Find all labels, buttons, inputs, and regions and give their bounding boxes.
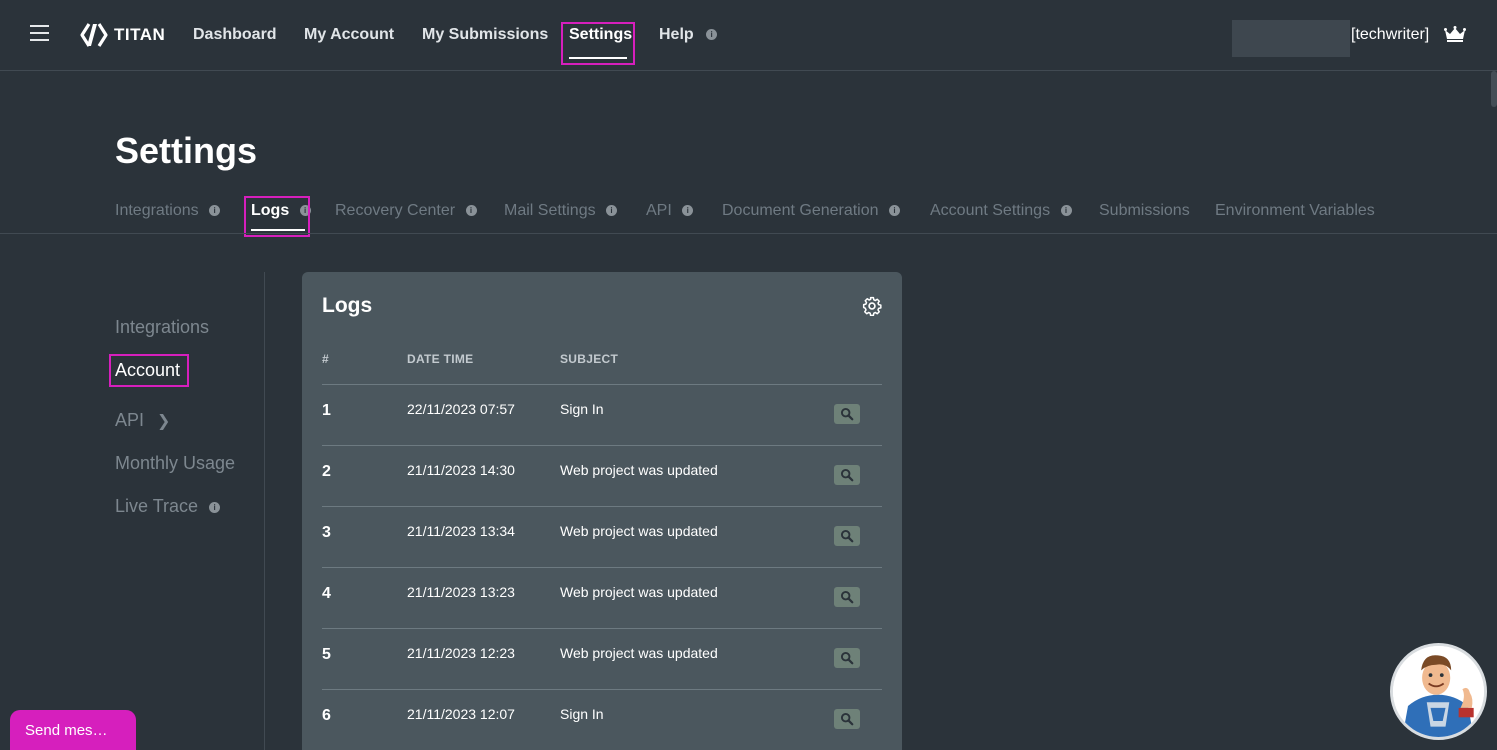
nav-my-submissions[interactable]: My Submissions (422, 26, 548, 44)
tab-mail-settings[interactable]: Mail Settings i (504, 202, 618, 220)
view-log-button[interactable] (834, 404, 860, 424)
view-log-button[interactable] (834, 709, 860, 729)
view-log-button[interactable] (834, 648, 860, 668)
table-row: 2 21/11/2023 14:30 Web project was updat… (302, 445, 902, 506)
row-subject: Sign In (560, 401, 604, 417)
column-header-number: # (322, 352, 329, 366)
tab-label: Document Generation (722, 202, 879, 219)
row-subject: Web project was updated (560, 523, 718, 539)
table-row: 4 21/11/2023 13:23 Web project was updat… (302, 567, 902, 628)
side-menu-divider (264, 272, 265, 750)
row-datetime: 21/11/2023 14:30 (407, 462, 515, 478)
row-datetime: 21/11/2023 13:23 (407, 584, 515, 600)
chevron-right-icon: ❯ (157, 413, 171, 430)
logs-card: Logs # DATE TIME SUBJECT 1 22/11/2023 07… (302, 272, 902, 750)
side-item-label: Live Trace (115, 496, 199, 516)
top-navbar: TITAN Dashboard My Account My Submission… (0, 0, 1497, 71)
assistant-mascot[interactable] (1390, 643, 1487, 740)
info-icon: i (465, 205, 477, 217)
tab-label: Account Settings (930, 202, 1051, 219)
side-item-api[interactable]: API ❯ (115, 410, 170, 431)
titan-logo[interactable]: TITAN (80, 22, 165, 48)
tab-label: Integrations (115, 202, 199, 219)
row-number: 3 (322, 524, 331, 541)
nav-dashboard[interactable]: Dashboard (193, 26, 277, 44)
logs-title: Logs (322, 294, 373, 317)
view-log-button[interactable] (834, 526, 860, 546)
tab-label: Mail Settings (504, 202, 596, 219)
side-item-live-trace[interactable]: Live Trace i (115, 496, 221, 517)
superhero-mascot-icon (1393, 646, 1484, 737)
tabs-divider (0, 233, 1497, 234)
table-row: 5 21/11/2023 12:23 Web project was updat… (302, 628, 902, 689)
nav-help-label: Help (659, 26, 694, 43)
nav-help[interactable]: Help i (659, 26, 718, 44)
magnifier-icon (840, 407, 854, 421)
column-header-datetime: DATE TIME (407, 352, 474, 366)
tab-account-settings[interactable]: Account Settings i (930, 202, 1072, 220)
page-title: Settings (115, 130, 258, 171)
side-item-integrations[interactable]: Integrations (115, 317, 209, 338)
row-datetime: 21/11/2023 12:07 (407, 706, 515, 722)
row-datetime: 21/11/2023 13:34 (407, 523, 515, 539)
tab-label: API (646, 202, 672, 219)
table-row: 1 22/11/2023 07:57 Sign In (302, 384, 902, 445)
tab-label: Recovery Center (335, 202, 456, 219)
row-number: 4 (322, 585, 331, 602)
tab-active-underline (251, 229, 305, 231)
info-icon: i (888, 205, 900, 217)
info-icon: i (1060, 205, 1072, 217)
row-number: 2 (322, 463, 331, 480)
row-subject: Web project was updated (560, 645, 718, 661)
info-icon: i (209, 205, 221, 217)
tab-submissions[interactable]: Submissions (1099, 202, 1190, 220)
column-header-subject: SUBJECT (560, 352, 619, 366)
row-subject: Web project was updated (560, 584, 718, 600)
row-datetime: 21/11/2023 12:23 (407, 645, 515, 661)
table-row: 6 21/11/2023 12:07 Sign In (302, 689, 902, 750)
user-name[interactable]: [techwriter] (1351, 26, 1429, 44)
info-icon: i (209, 501, 221, 513)
table-row: 3 21/11/2023 13:34 Web project was updat… (302, 506, 902, 567)
titan-logo-icon (80, 23, 108, 47)
side-item-label: API (115, 410, 145, 430)
tab-api[interactable]: API i (646, 202, 694, 220)
tab-environment-variables[interactable]: Environment Variables (1215, 202, 1375, 220)
page-scrollbar[interactable] (1491, 71, 1497, 107)
row-subject: Sign In (560, 706, 604, 722)
magnifier-icon (840, 529, 854, 543)
tab-integrations[interactable]: Integrations i (115, 202, 221, 220)
avatar[interactable] (1232, 20, 1350, 57)
side-item-account-highlight (109, 354, 189, 387)
nav-active-underline (569, 57, 627, 59)
magnifier-icon (840, 468, 854, 482)
tab-recovery-center[interactable]: Recovery Center i (335, 202, 477, 220)
hamburger-menu-icon[interactable] (30, 25, 49, 42)
row-number: 1 (322, 402, 331, 419)
info-icon: i (606, 205, 618, 217)
nav-my-account[interactable]: My Account (304, 26, 394, 44)
row-subject: Web project was updated (560, 462, 718, 478)
brand-name: TITAN (114, 25, 166, 44)
send-message-button[interactable]: Send mes… (10, 710, 136, 750)
row-number: 5 (322, 646, 331, 663)
magnifier-icon (840, 590, 854, 604)
magnifier-icon (840, 712, 854, 726)
info-icon: i (682, 205, 694, 217)
side-item-monthly-usage[interactable]: Monthly Usage (115, 453, 235, 474)
gear-icon[interactable] (862, 296, 882, 316)
magnifier-icon (840, 651, 854, 665)
crown-icon (1444, 26, 1466, 42)
view-log-button[interactable] (834, 465, 860, 485)
row-datetime: 22/11/2023 07:57 (407, 401, 515, 417)
tab-document-generation[interactable]: Document Generation i (722, 202, 900, 220)
info-icon: i (706, 29, 718, 41)
view-log-button[interactable] (834, 587, 860, 607)
row-number: 6 (322, 707, 331, 724)
